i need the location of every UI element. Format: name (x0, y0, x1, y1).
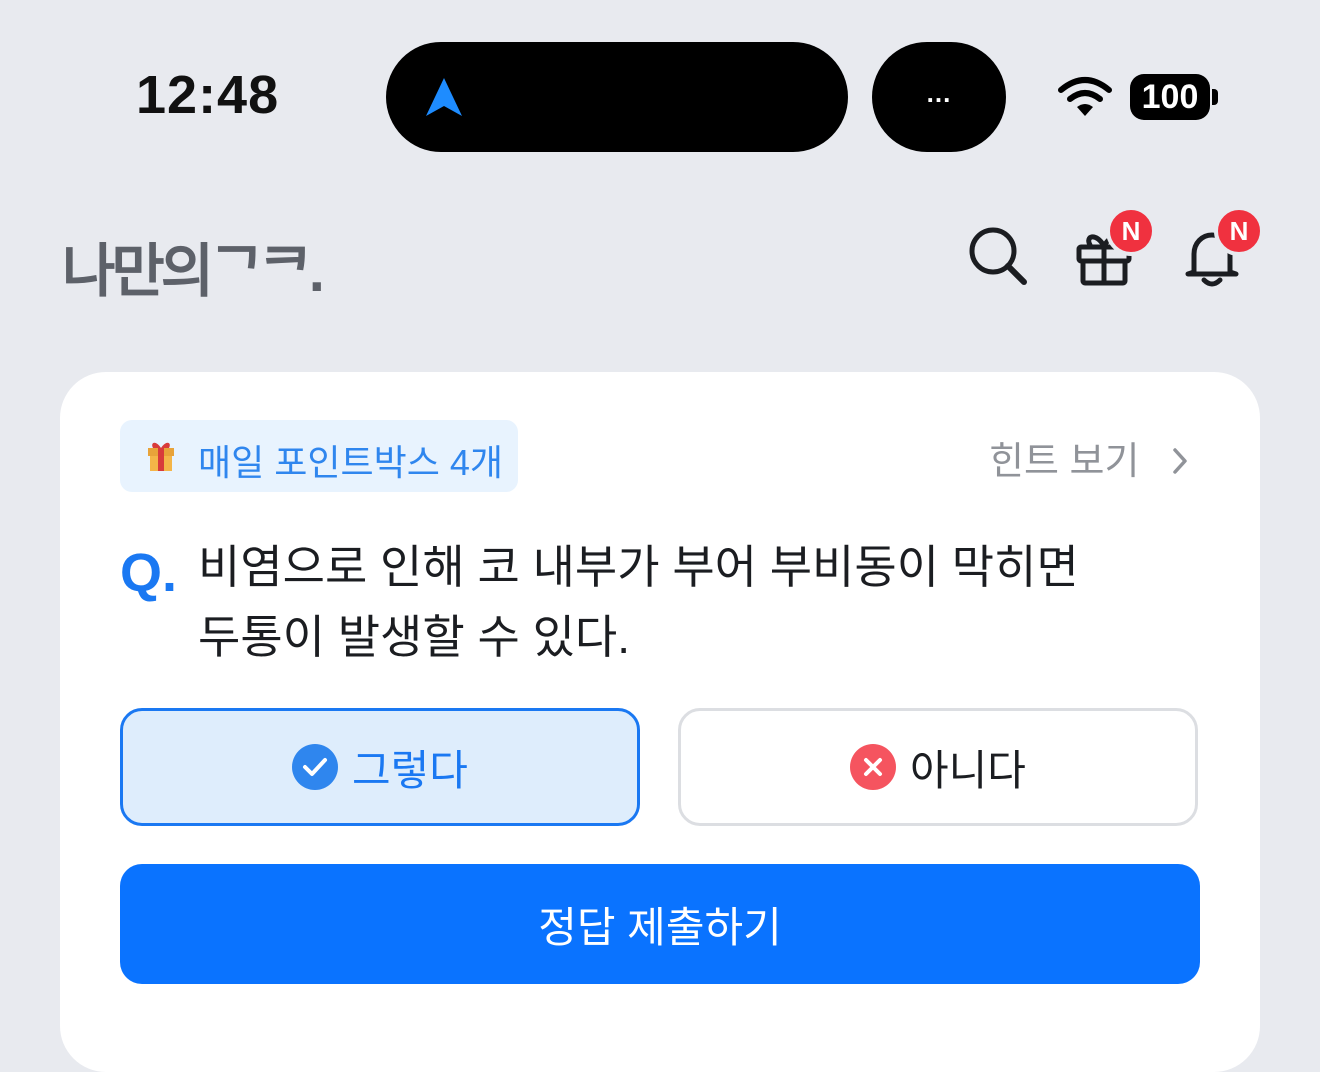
points-box-pill[interactable]: 매일 포인트박스 4개 (120, 420, 518, 492)
status-bar: 12:48 ... 100 (0, 0, 1320, 190)
more-icon: ... (926, 78, 952, 108)
notification-new-badge: N (1214, 206, 1264, 256)
answer-yes-label: 그렇다 (352, 746, 468, 794)
app-header: 나만의ᄀᄏ. N N (0, 190, 1320, 340)
hint-link[interactable]: 힌트 보기 (989, 430, 1188, 485)
gift-new-badge: N (1106, 206, 1156, 256)
answer-no-label: 아니다 (910, 746, 1026, 794)
app-logo[interactable]: 나만의ᄀᄏ. (62, 224, 325, 308)
gift-box-icon (146, 438, 176, 477)
answer-yes-button[interactable]: 그렇다 (120, 708, 640, 826)
dynamic-island-secondary[interactable]: ... (872, 42, 1006, 152)
points-box-label: 매일 포인트박스 4개 (198, 442, 503, 483)
x-circle-icon (850, 744, 897, 790)
submit-answer-button[interactable]: 정답 제출하기 (120, 864, 1200, 984)
answer-no-button[interactable]: 아니다 (678, 708, 1198, 826)
search-button[interactable] (966, 224, 1030, 288)
battery-indicator: 100 (1130, 74, 1210, 120)
question-prefix: Q. (120, 543, 178, 603)
question-text: 비염으로 인해 코 내부가 부어 부비동이 막히면 두통이 발생할 수 있다. (198, 541, 1079, 663)
battery-tip (1212, 89, 1218, 105)
chevron-right-icon (1172, 442, 1188, 485)
wifi-icon (1058, 76, 1112, 123)
quiz-card: 매일 포인트박스 4개 힌트 보기 Q. 비염으로 인해 코 내부가 부어 부비… (60, 372, 1260, 1072)
check-circle-icon (292, 744, 339, 790)
navigation-arrow-icon (424, 76, 464, 125)
dynamic-island[interactable] (386, 42, 848, 152)
hint-label: 힌트 보기 (989, 441, 1140, 483)
search-icon (969, 227, 1027, 285)
submit-answer-label: 정답 제출하기 (538, 903, 782, 951)
status-time: 12:48 (136, 65, 280, 125)
